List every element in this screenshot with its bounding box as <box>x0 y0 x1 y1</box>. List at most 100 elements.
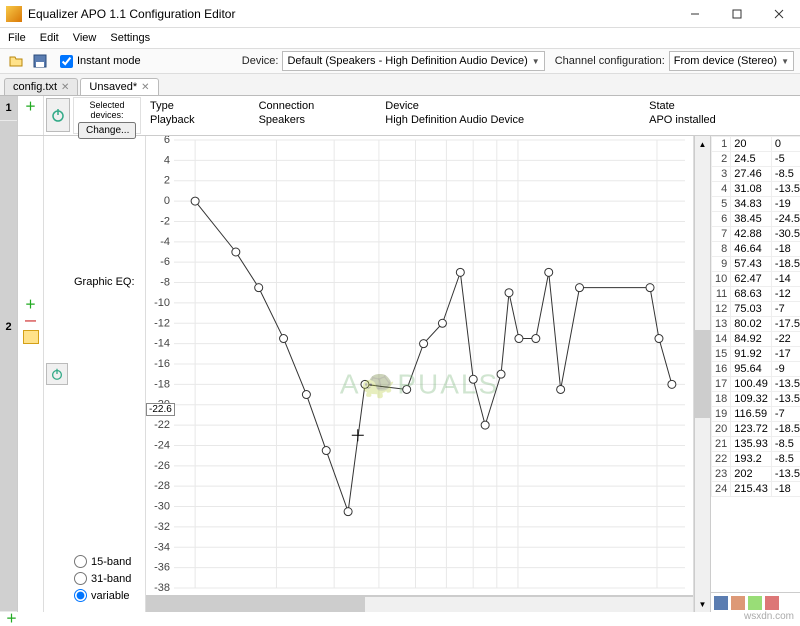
power-button[interactable] <box>46 363 68 385</box>
table-row[interactable]: 1591.92-17 <box>712 347 800 362</box>
band-variable[interactable]: variable <box>74 589 141 602</box>
row-number-gutter: 1 2 <box>0 96 18 612</box>
col-state: State <box>649 100 792 112</box>
scroll-up-icon[interactable]: ▲ <box>695 136 710 152</box>
table-row[interactable]: 327.46-8.5 <box>712 167 800 182</box>
scroll-thumb[interactable] <box>146 597 365 612</box>
table-row[interactable]: 224.5-5 <box>712 152 800 167</box>
row2-controls: ＋ — <box>18 136 44 612</box>
table-row[interactable]: 1275.03-7 <box>712 302 800 317</box>
scroll-thumb[interactable] <box>695 330 710 419</box>
plus-icon[interactable]: ＋ <box>25 296 36 312</box>
plus-icon[interactable]: ＋ <box>25 98 36 114</box>
svg-text:-4: -4 <box>160 236 170 248</box>
instant-mode-input[interactable] <box>60 55 73 68</box>
table-row[interactable]: 1484.92-22 <box>712 332 800 347</box>
device-value: Default (Speakers - High Definition Audi… <box>287 55 527 67</box>
save-icon[interactable] <box>714 596 728 610</box>
table-row[interactable]: 1380.02-17.5 <box>712 317 800 332</box>
band-15[interactable]: 15-band <box>74 555 141 568</box>
editor-tabs: config.txt ✕ Unsaved* ✕ <box>0 74 800 96</box>
table-row[interactable]: 742.88-30.5 <box>712 227 800 242</box>
chcfg-combo[interactable]: From device (Stereo) ▼ <box>669 51 794 71</box>
menu-edit[interactable]: Edit <box>40 32 59 44</box>
table-row[interactable]: 534.83-19 <box>712 197 800 212</box>
close-button[interactable] <box>758 0 800 28</box>
cell-type: Playback <box>150 114 257 126</box>
tab-unsaved[interactable]: Unsaved* ✕ <box>80 78 158 95</box>
cell-state: APO installed <box>649 114 792 126</box>
instant-mode-label: Instant mode <box>77 55 141 67</box>
table-row[interactable]: 17100.49-13.5 <box>712 377 800 392</box>
menu-settings[interactable]: Settings <box>110 32 150 44</box>
row-num-1[interactable]: 1 <box>0 96 17 120</box>
title-bar: Equalizer APO 1.1 Configuration Editor <box>0 0 800 28</box>
table-row[interactable]: Playback Speakers High Definition Audio … <box>150 114 792 126</box>
table-row[interactable]: 19116.59-7 <box>712 407 800 422</box>
table-row[interactable]: 20123.72-18.5 <box>712 422 800 437</box>
eq-label: Graphic EQ: <box>74 276 141 288</box>
eq-chart[interactable]: A🐢PUALS 6420-2-4-6-8-10-12-14-16-18-20-2… <box>145 136 694 612</box>
chevron-down-icon: ▼ <box>532 57 540 66</box>
maximize-button[interactable] <box>716 0 758 28</box>
menu-bar: File Edit View Settings <box>0 28 800 48</box>
band-31[interactable]: 31-band <box>74 572 141 585</box>
device-label: Device: <box>242 55 279 67</box>
svg-text:-18: -18 <box>154 378 170 390</box>
table-row[interactable]: 957.43-18.5 <box>712 257 800 272</box>
svg-text:0: 0 <box>164 195 170 207</box>
minimize-button[interactable] <box>674 0 716 28</box>
table-row[interactable]: 1200 <box>712 137 800 152</box>
main-area: 1 2 ＋ Selected devices: Change... Type C… <box>0 96 800 612</box>
export-icon[interactable] <box>748 596 762 610</box>
selected-devices-panel: Selected devices: Change... <box>73 97 141 134</box>
table-row[interactable]: 1695.64-9 <box>712 362 800 377</box>
eq-row: ＋ — Graphic EQ: 15-band 31-band variable… <box>18 136 800 612</box>
menu-file[interactable]: File <box>8 32 26 44</box>
table-row[interactable]: 18109.32-13.5 <box>712 392 800 407</box>
window-title: Equalizer APO 1.1 Configuration Editor <box>28 7 674 21</box>
cell-connection: Speakers <box>259 114 384 126</box>
band-options: 15-band 31-band variable <box>74 555 141 608</box>
svg-text:-36: -36 <box>154 562 170 574</box>
data-table[interactable]: 1200224.5-5327.46-8.5431.08-13.5534.83-1… <box>711 136 800 592</box>
data-table-panel: 1200224.5-5327.46-8.5431.08-13.5534.83-1… <box>710 136 800 612</box>
table-row[interactable]: 1062.47-14 <box>712 272 800 287</box>
h-scrollbar[interactable] <box>146 596 693 612</box>
table-row[interactable]: 1168.63-12 <box>712 287 800 302</box>
close-icon[interactable]: ✕ <box>61 82 69 93</box>
svg-text:-12: -12 <box>154 317 170 329</box>
power-button[interactable] <box>46 98 70 132</box>
table-row[interactable]: 24215.43-18 <box>712 482 800 497</box>
table-row[interactable]: 431.08-13.5 <box>712 182 800 197</box>
device-combo[interactable]: Default (Speakers - High Definition Audi… <box>282 51 544 71</box>
menu-view[interactable]: View <box>73 32 97 44</box>
v-scrollbar[interactable]: ▲ ▼ <box>694 136 710 612</box>
row-num-2[interactable]: 2 <box>0 121 17 611</box>
table-row[interactable]: 23202-13.5 <box>712 467 800 482</box>
table-row[interactable]: 846.64-18 <box>712 242 800 257</box>
svg-text:-16: -16 <box>154 358 170 370</box>
svg-text:-8: -8 <box>160 277 170 289</box>
table-row[interactable]: 21135.93-8.5 <box>712 437 800 452</box>
import-icon[interactable] <box>731 596 745 610</box>
cell-device: High Definition Audio Device <box>385 114 647 126</box>
chart-svg[interactable]: 6420-2-4-6-8-10-12-14-16-18-20-22-24-26-… <box>146 136 693 592</box>
close-icon[interactable]: ✕ <box>141 82 149 93</box>
table-row[interactable]: 638.45-24.5 <box>712 212 800 227</box>
minus-icon[interactable]: — <box>25 315 36 327</box>
table-row[interactable]: 22193.2-8.5 <box>712 452 800 467</box>
open-icon[interactable] <box>6 51 26 71</box>
tab-config[interactable]: config.txt ✕ <box>4 78 78 95</box>
reset-icon[interactable] <box>765 596 779 610</box>
scroll-down-icon[interactable]: ▼ <box>695 596 710 612</box>
instant-mode-checkbox[interactable]: Instant mode <box>60 55 141 68</box>
save-icon[interactable] <box>30 51 50 71</box>
edit-icon[interactable] <box>23 330 39 344</box>
table-tools <box>711 592 800 612</box>
col-connection: Connection <box>259 100 384 112</box>
svg-text:-28: -28 <box>154 480 170 492</box>
app-icon <box>6 6 22 22</box>
svg-text:-30: -30 <box>154 501 170 513</box>
selected-devices-label: Selected devices: <box>78 100 136 120</box>
